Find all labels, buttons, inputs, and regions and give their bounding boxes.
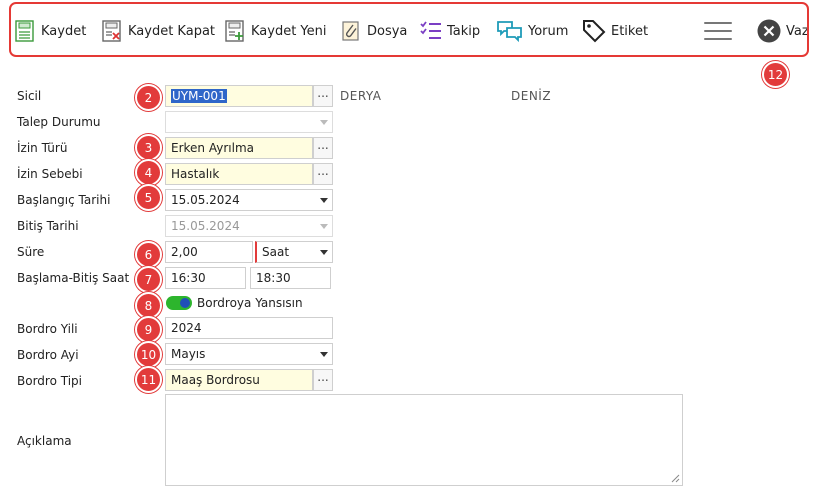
sure-input[interactable]: 2,00 (165, 241, 253, 263)
sicil-value: UYM-001 (171, 89, 227, 103)
hamburger-menu-icon[interactable] (704, 22, 732, 42)
izin-turu-value: Erken Ayrılma (171, 141, 254, 155)
comment-icon (497, 21, 522, 43)
file-label: Dosya (367, 23, 408, 39)
step-marker-8: 8 (135, 292, 162, 319)
bordro-ayi-select[interactable]: Mayıs (165, 343, 333, 365)
izin-sebebi-value: Hastalık (171, 167, 220, 181)
bordroya-yansisin-toggle[interactable] (166, 296, 192, 310)
bitis-tarihi-datepicker[interactable]: 15.05.2024 (165, 215, 333, 237)
follow-button[interactable]: Takip (419, 17, 480, 45)
bordro-tipi-value: Maaş Bordrosu (171, 373, 260, 387)
step-marker-2: 2 (135, 84, 162, 111)
save-close-label: Kaydet Kapat (128, 23, 216, 39)
bordro-ayi-label: Bordro Ayi (17, 348, 79, 362)
baslama-bitis-saat-label: Başlama-Bitiş Saat (17, 271, 130, 285)
cancel-button[interactable]: Vazg (756, 17, 809, 45)
bordro-tipi-lookup-button[interactable]: ... (313, 369, 333, 391)
paperclip-icon (342, 21, 359, 41)
save-icon (15, 20, 34, 42)
izin-sebebi-lookup-button[interactable]: ... (313, 163, 333, 185)
end-time-input[interactable]: 18:30 (250, 267, 331, 289)
bitis-tarihi-value: 15.05.2024 (171, 219, 240, 233)
file-button[interactable]: Dosya (339, 17, 407, 45)
employee-last-name: DENİZ (511, 89, 552, 103)
bordro-yili-label: Bordro Yili (17, 322, 78, 336)
bitis-tarihi-label: Bitiş Tarihi (17, 219, 79, 233)
izin-turu-lookup-button[interactable]: ... (313, 137, 333, 159)
save-new-icon (225, 20, 244, 42)
aciklama-value (166, 395, 682, 403)
tag-button[interactable]: Etiket (581, 17, 648, 45)
comment-label: Yorum (528, 23, 569, 39)
save-new-button[interactable]: Kaydet Yeni (223, 17, 327, 45)
izin-turu-label: İzin Türü (17, 141, 68, 155)
checklist-icon (420, 21, 441, 39)
bordro-tipi-input[interactable]: Maaş Bordrosu (165, 369, 313, 391)
follow-label: Takip (447, 23, 481, 39)
step-marker-10: 10 (135, 341, 162, 368)
save-label: Kaydet (41, 23, 87, 39)
step-marker-12: 12 (762, 61, 789, 88)
bordro-yili-value: 2024 (171, 321, 202, 335)
employee-first-name: DERYA (340, 89, 382, 103)
sure-label: Süre (17, 245, 45, 259)
step-marker-5: 5 (135, 184, 162, 211)
save-button[interactable]: Kaydet (13, 17, 86, 45)
talep-durumu-select[interactable] (165, 111, 333, 133)
bordroya-yansisin-label: Bordroya Yansısın (197, 296, 303, 310)
sure-value: 2,00 (171, 245, 198, 259)
baslangic-tarihi-datepicker[interactable]: 15.05.2024 (165, 189, 333, 211)
step-marker-6: 6 (135, 241, 162, 268)
izin-sebebi-label: İzin Sebebi (17, 167, 83, 181)
step-marker-9: 9 (135, 316, 162, 343)
resize-grip-icon[interactable] (671, 474, 680, 483)
sicil-label: Sicil (17, 89, 42, 103)
bordro-ayi-value: Mayıs (171, 347, 206, 361)
baslangic-tarihi-label: Başlangıç Tarihi (17, 193, 111, 207)
step-marker-4: 4 (135, 159, 162, 186)
chevron-down-icon (320, 352, 328, 357)
bordro-yili-input[interactable]: 2024 (165, 317, 333, 339)
comment-button[interactable]: Yorum (496, 17, 568, 45)
izin-turu-input[interactable]: Erken Ayrılma (165, 137, 313, 159)
save-new-label: Kaydet Yeni (251, 23, 327, 39)
sicil-lookup-button[interactable]: ... (313, 85, 333, 107)
talep-durumu-label: Talep Durumu (17, 115, 101, 129)
sure-unit-value: Saat (262, 245, 290, 259)
step-marker-3: 3 (135, 134, 162, 161)
chevron-down-icon (320, 224, 328, 229)
chevron-down-icon (320, 198, 328, 203)
baslangic-tarihi-value: 15.05.2024 (171, 193, 240, 207)
bordro-tipi-label: Bordro Tipi (17, 374, 82, 388)
start-time-value: 16:30 (171, 271, 206, 285)
end-time-value: 18:30 (256, 271, 291, 285)
toolbar: Kaydet Kaydet Kapat Kaydet Yeni Dosya Ta… (9, 2, 809, 57)
start-time-input[interactable]: 16:30 (165, 267, 246, 289)
izin-sebebi-input[interactable]: Hastalık (165, 163, 313, 185)
chevron-down-icon (320, 250, 328, 255)
close-icon (757, 19, 781, 43)
tag-label: Etiket (611, 23, 649, 39)
sicil-input[interactable]: UYM-001 (165, 85, 313, 107)
step-marker-11: 11 (135, 366, 162, 393)
tag-icon (583, 20, 606, 43)
step-marker-7: 7 (135, 266, 162, 293)
save-close-icon (102, 20, 121, 42)
aciklama-label: Açıklama (17, 434, 72, 448)
aciklama-textarea[interactable] (165, 394, 683, 486)
save-close-button[interactable]: Kaydet Kapat (100, 17, 215, 45)
cancel-label: Vazg (786, 23, 809, 39)
chevron-down-icon (320, 120, 328, 125)
